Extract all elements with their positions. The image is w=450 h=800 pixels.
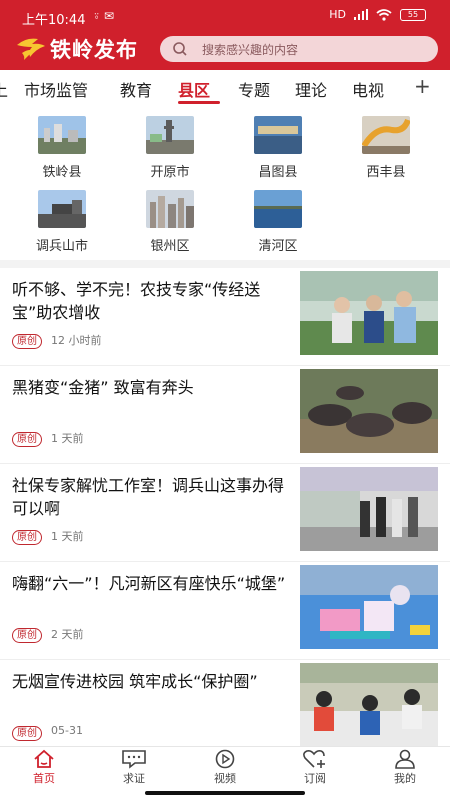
county-thumbnail: [38, 116, 86, 154]
status-right: HD 55: [329, 8, 426, 21]
plus-icon[interactable]: +: [414, 74, 431, 98]
logo-icon: [17, 38, 45, 60]
county-name: 银州区: [150, 239, 190, 254]
heart-plus-icon: [303, 750, 325, 768]
news-thumbnail: [300, 271, 438, 355]
news-item[interactable]: 黑猪变“金猪” 致富有奔头 原创 1 天前: [0, 366, 450, 464]
nav-video[interactable]: 视频: [195, 749, 255, 786]
news-thumbnail: [300, 369, 438, 453]
tab-theory[interactable]: 理论: [295, 77, 327, 101]
news-title: 嗨翻“六一”！凡河新区有座快乐“城堡”: [12, 574, 286, 593]
county-name: 开原市: [150, 165, 190, 180]
status-bar: 上午10:44 ⍤ ✉ HD 55: [0, 0, 450, 32]
county-thumbnail: [254, 190, 302, 228]
tab-education[interactable]: 教育: [120, 77, 152, 101]
status-time: 上午10:44: [22, 13, 86, 28]
home-icon: [34, 749, 54, 768]
search-bar[interactable]: 搜索感兴趣的内容: [160, 36, 438, 62]
county-item-tieling[interactable]: 铁岭县: [22, 116, 102, 180]
battery-icon: 55: [400, 8, 426, 21]
tab-partial[interactable]: 上: [0, 77, 8, 101]
county-thumbnail: [146, 116, 194, 154]
county-name: 调兵山市: [35, 239, 88, 254]
active-tab-indicator: [178, 101, 220, 104]
news-thumbnail: [300, 565, 438, 649]
nav-label: 订阅: [304, 772, 326, 785]
original-badge: 原创: [12, 530, 42, 545]
nav-label: 求证: [123, 772, 145, 785]
original-badge: 原创: [12, 432, 42, 447]
original-badge: 原创: [12, 334, 42, 349]
county-item-diaobingshan[interactable]: 调兵山市: [22, 190, 102, 254]
county-name: 昌图县: [258, 165, 298, 180]
news-item[interactable]: 社保专家解忧工作室！调兵山这事办得可以啊 原创 1 天前: [0, 464, 450, 562]
nav-mine[interactable]: 我的: [375, 749, 435, 786]
county-name: 清河区: [258, 239, 298, 254]
nav-home[interactable]: 首页: [14, 749, 74, 786]
county-thumbnail: [362, 116, 410, 154]
county-item-qinghe[interactable]: 清河区: [238, 190, 318, 254]
tab-tv[interactable]: 电视: [352, 77, 384, 101]
news-time: 05-31: [51, 724, 83, 737]
county-thumbnail: [38, 190, 86, 228]
signal-icon: [354, 9, 368, 20]
county-name: 西丰县: [366, 165, 406, 180]
nav-label: 我的: [394, 772, 416, 785]
news-title: 社保专家解忧工作室！调兵山这事办得可以啊: [12, 476, 285, 518]
search-icon: [173, 42, 187, 56]
home-indicator[interactable]: [145, 791, 305, 795]
original-badge: 原创: [12, 628, 42, 643]
nav-label: 视频: [214, 772, 236, 785]
play-icon: [215, 749, 235, 769]
news-time: 2 天前: [51, 628, 84, 641]
channel-tabs: 上 市场监管 教育 县区 专题 理论 电视 +: [0, 70, 450, 106]
tab-topics[interactable]: 专题: [238, 77, 270, 101]
county-item-kaiyuan[interactable]: 开原市: [130, 116, 210, 180]
county-thumbnail: [146, 190, 194, 228]
news-title: 无烟宣传进校园 筑牢成长“保护圈”: [12, 672, 258, 691]
news-title: 听不够、学不完！农技专家“传经送宝”助农增收: [12, 280, 261, 322]
wifi-icon: [376, 8, 392, 21]
news-thumbnail: [300, 467, 438, 551]
news-time: 1 天前: [51, 432, 84, 445]
status-notification-icons: ⍤ ✉: [93, 9, 115, 23]
county-grid: 铁岭县 开原市 昌图县 西丰县 调兵山市 银州区 清河区: [0, 112, 450, 260]
app-logo: 铁岭发布: [14, 34, 138, 64]
county-name: 铁岭县: [42, 165, 82, 180]
news-title: 黑猪变“金猪” 致富有奔头: [12, 378, 194, 397]
signal-label: HD: [329, 8, 346, 21]
news-time: 1 天前: [51, 530, 84, 543]
logo-text: 铁岭发布: [50, 38, 138, 62]
nav-label: 首页: [33, 772, 55, 785]
county-item-changtu[interactable]: 昌图县: [238, 116, 318, 180]
section-divider: [0, 260, 450, 268]
county-item-xifeng[interactable]: 西丰县: [346, 116, 426, 180]
search-placeholder: 搜索感兴趣的内容: [202, 42, 299, 57]
county-thumbnail: [254, 116, 302, 154]
news-item[interactable]: 听不够、学不完！农技专家“传经送宝”助农增收 原创 12 小时前: [0, 268, 450, 366]
nav-subscribe[interactable]: 订阅: [285, 749, 345, 786]
app-header: 上午10:44 ⍤ ✉ HD 55 铁岭发布 搜索感兴趣的内容: [0, 0, 450, 70]
user-icon: [395, 749, 415, 769]
tab-market-supervision[interactable]: 市场监管: [24, 77, 88, 101]
original-badge: 原创: [12, 726, 42, 741]
chat-icon: [122, 750, 146, 769]
county-item-yinzhou[interactable]: 银州区: [130, 190, 210, 254]
nav-verify[interactable]: 求证: [104, 749, 164, 786]
news-thumbnail: [300, 663, 438, 747]
tab-county[interactable]: 县区: [178, 77, 210, 101]
news-time: 12 小时前: [51, 334, 102, 347]
news-item[interactable]: 嗨翻“六一”！凡河新区有座快乐“城堡” 原创 2 天前: [0, 562, 450, 660]
news-item[interactable]: 无烟宣传进校园 筑牢成长“保护圈” 原创 05-31: [0, 660, 450, 758]
